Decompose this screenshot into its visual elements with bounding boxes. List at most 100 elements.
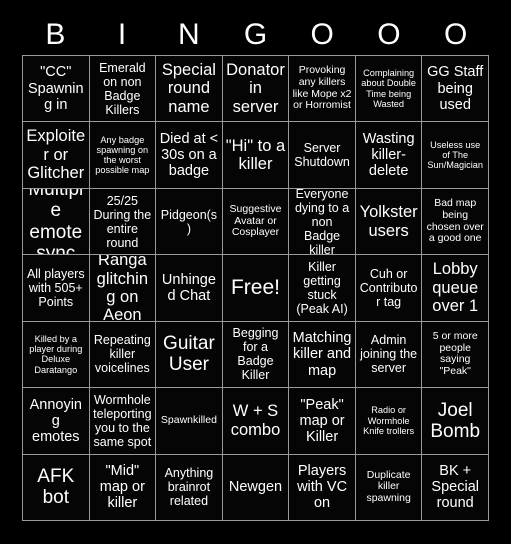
bingo-cell[interactable]: Useless use of The Sun/Magician [422,122,488,188]
bingo-cell[interactable]: Matching killer and map [289,321,355,388]
bingo-cell-label: Wasting killer-delete [362,130,415,180]
bingo-cell[interactable]: Special round name [156,56,222,122]
bingo-cell-label: Ranga glitching on Aeon [96,255,149,321]
bingo-cell-label: Bad map being chosen over a good one [426,197,484,245]
bingo-header-letter-6: O [443,18,468,51]
bingo-cell-label: Cuh or Contributor tag [359,266,418,309]
bingo-cell[interactable]: Yolkster users [355,188,422,255]
bingo-cell-label: Lobby queue over 1 [432,260,479,316]
bingo-cell-label: Pidgeon(s) [160,207,218,236]
bingo-cell[interactable]: Duplicate killer spawning [355,454,422,520]
bingo-cell[interactable]: Spawnkilled [156,388,222,454]
bingo-cell-label: "Mid" map or killer [99,462,145,512]
bingo-cell[interactable]: Annoying emotes [23,388,89,454]
bingo-cell[interactable]: Server Shutdown [289,122,355,188]
bingo-cell-label: Suggestive Avatar or Cosplayer [229,202,282,239]
bingo-cell-label: Killer getting stuck (Peak AI) [296,259,348,316]
bingo-cell[interactable]: Exploiter or Glitcher [23,122,89,188]
bingo-cell[interactable]: Donator in server [222,56,289,122]
bingo-cell-label: AFK bot [37,466,75,509]
bingo-cell-label: "CC" Spawning in [27,64,84,113]
bingo-cell[interactable]: Players with VC on [289,454,355,520]
bingo-cell[interactable]: Complaining about Double Time being Wast… [355,56,422,122]
bingo-card: B I N G O O O "CC" Spawning in Emerald on non B… [0,0,511,544]
bingo-cell[interactable]: "Hi" to a killer [222,122,289,188]
bingo-cell-label: 25/25 During the entire round [93,193,152,250]
bingo-cell[interactable]: Suggestive Avatar or Cosplayer [222,188,289,255]
bingo-cell-label: Provoking any killers like Mope x2 or Ho… [292,64,352,112]
bingo-cell[interactable]: Pidgeon(s) [156,188,222,255]
bingo-cell[interactable]: Repeating killer voicelines [89,321,156,388]
bingo-cell[interactable]: GG Staff being used [422,56,488,122]
bingo-header-letter-4: O [310,18,334,51]
bingo-cell[interactable]: Anything brainrot related [156,454,222,520]
bingo-cell-label: Died at < 30s on a badge [159,130,219,180]
bingo-cell[interactable]: Died at < 30s on a badge [156,122,222,188]
bingo-cell[interactable]: Bad map being chosen over a good one [422,188,488,255]
bingo-cell-label: Wormhole teleporting you to the same spo… [93,392,152,449]
bingo-cell-label: W + S combo [230,402,281,439]
bingo-cell[interactable]: Admin joining the server [355,321,422,388]
bingo-cell-label: Spawnkilled [160,413,217,426]
bingo-cell[interactable]: W + S combo [222,388,289,454]
bingo-cell[interactable]: Cuh or Contributor tag [355,255,422,321]
bingo-cell-label: "Hi" to a killer [225,136,286,174]
bingo-cell[interactable]: Ranga glitching on Aeon [89,255,156,321]
bingo-cell-label: Annoying emotes [29,396,82,445]
bingo-cell[interactable]: Any badge spawning on the worst possible… [89,122,156,188]
bingo-cell-label: Radio or Wormhole Knife trollers [363,405,415,436]
bingo-cell-label: Joel Bomb [430,399,481,442]
bingo-cell[interactable]: Killed by a player during Deluxe Daratan… [23,321,89,388]
bingo-cell[interactable]: Unhinged Chat [156,255,222,321]
bingo-cell[interactable]: Killer getting stuck (Peak AI) [289,255,355,321]
bingo-cell-label: "Peak" map or Killer [299,396,345,445]
bingo-cell[interactable]: AFK bot [23,454,89,520]
bingo-header-letter-0: B [45,18,66,51]
bingo-cell-label: Players with VC on [297,462,348,512]
bingo-cell-label: Unhinged Chat [161,271,216,304]
bingo-cell-label: Anything brainrot related [164,466,214,509]
bingo-cell[interactable]: Newgen [222,454,289,520]
bingo-cell-label: Guitar User [163,333,215,376]
bingo-cell[interactable]: "CC" Spawning in [23,56,89,122]
bingo-cell[interactable]: Wasting killer-delete [355,122,422,188]
bingo-cell[interactable]: "Mid" map or killer [89,454,156,520]
bingo-cell-label: Free! [230,276,280,300]
bingo-cell[interactable]: Wormhole teleporting you to the same spo… [89,388,156,454]
bingo-cell[interactable]: Guitar User [156,321,222,388]
bingo-cell-label: Special round name [161,61,216,116]
bingo-header-letter-3: G [243,18,268,51]
bingo-cell-label: Emerald on non Badge Killers [99,60,146,117]
bingo-cell-label: Server Shutdown [294,141,350,170]
bingo-cell[interactable]: Lobby queue over 1 [422,255,488,321]
bingo-free-space[interactable]: Free! [222,255,289,321]
bingo-cell[interactable]: 5 or more people saying "Peak" [422,321,488,388]
bingo-cell[interactable]: Provoking any killers like Mope x2 or Ho… [289,56,355,122]
bingo-cell[interactable]: Emerald on non Badge Killers [89,56,156,122]
bingo-header-letter-1: I [117,18,127,51]
bingo-header-letter-5: O [377,18,401,51]
bingo-cell-label: Begging for a Badge Killer [232,326,279,383]
bingo-cell-label: 5 or more people saying "Peak" [432,329,478,378]
bingo-cell-label: Repeating killer voicelines [93,333,151,376]
bingo-header-letter-2: N [177,18,200,51]
bingo-cell-label: All players with 505+ Points [26,266,85,309]
bingo-cell[interactable]: "Peak" map or Killer [289,388,355,454]
bingo-cell-label: Duplicate killer spawning [366,468,411,505]
bingo-cell[interactable]: All players with 505+ Points [23,255,89,321]
bingo-cell-label: Useless use of The Sun/Magician [427,139,484,171]
bingo-cell-label: Matching killer and map [292,330,352,379]
bingo-cell-label: Yolkster users [359,203,418,240]
bingo-cell-label: Any badge spawning on the worst possible… [95,134,150,176]
bingo-grid: "CC" Spawning in Emerald on non Badge Kil… [22,55,489,521]
bingo-cell-label: Complaining about Double Time being Wast… [361,68,416,109]
bingo-cell-label: Multiple emote sync [28,188,84,255]
bingo-cell[interactable]: 25/25 During the entire round [89,188,156,255]
bingo-cell[interactable]: Begging for a Badge Killer [222,321,289,388]
bingo-cell[interactable]: Radio or Wormhole Knife trollers [355,388,422,454]
bingo-cell[interactable]: Multiple emote sync [23,188,89,255]
bingo-cell-label: Killed by a player during Deluxe Daratan… [29,333,83,375]
bingo-cell[interactable]: Joel Bomb [422,388,488,454]
bingo-cell[interactable]: Everyone dying to a non Badge killer [289,188,355,255]
bingo-cell[interactable]: BK + Special round [422,454,488,520]
